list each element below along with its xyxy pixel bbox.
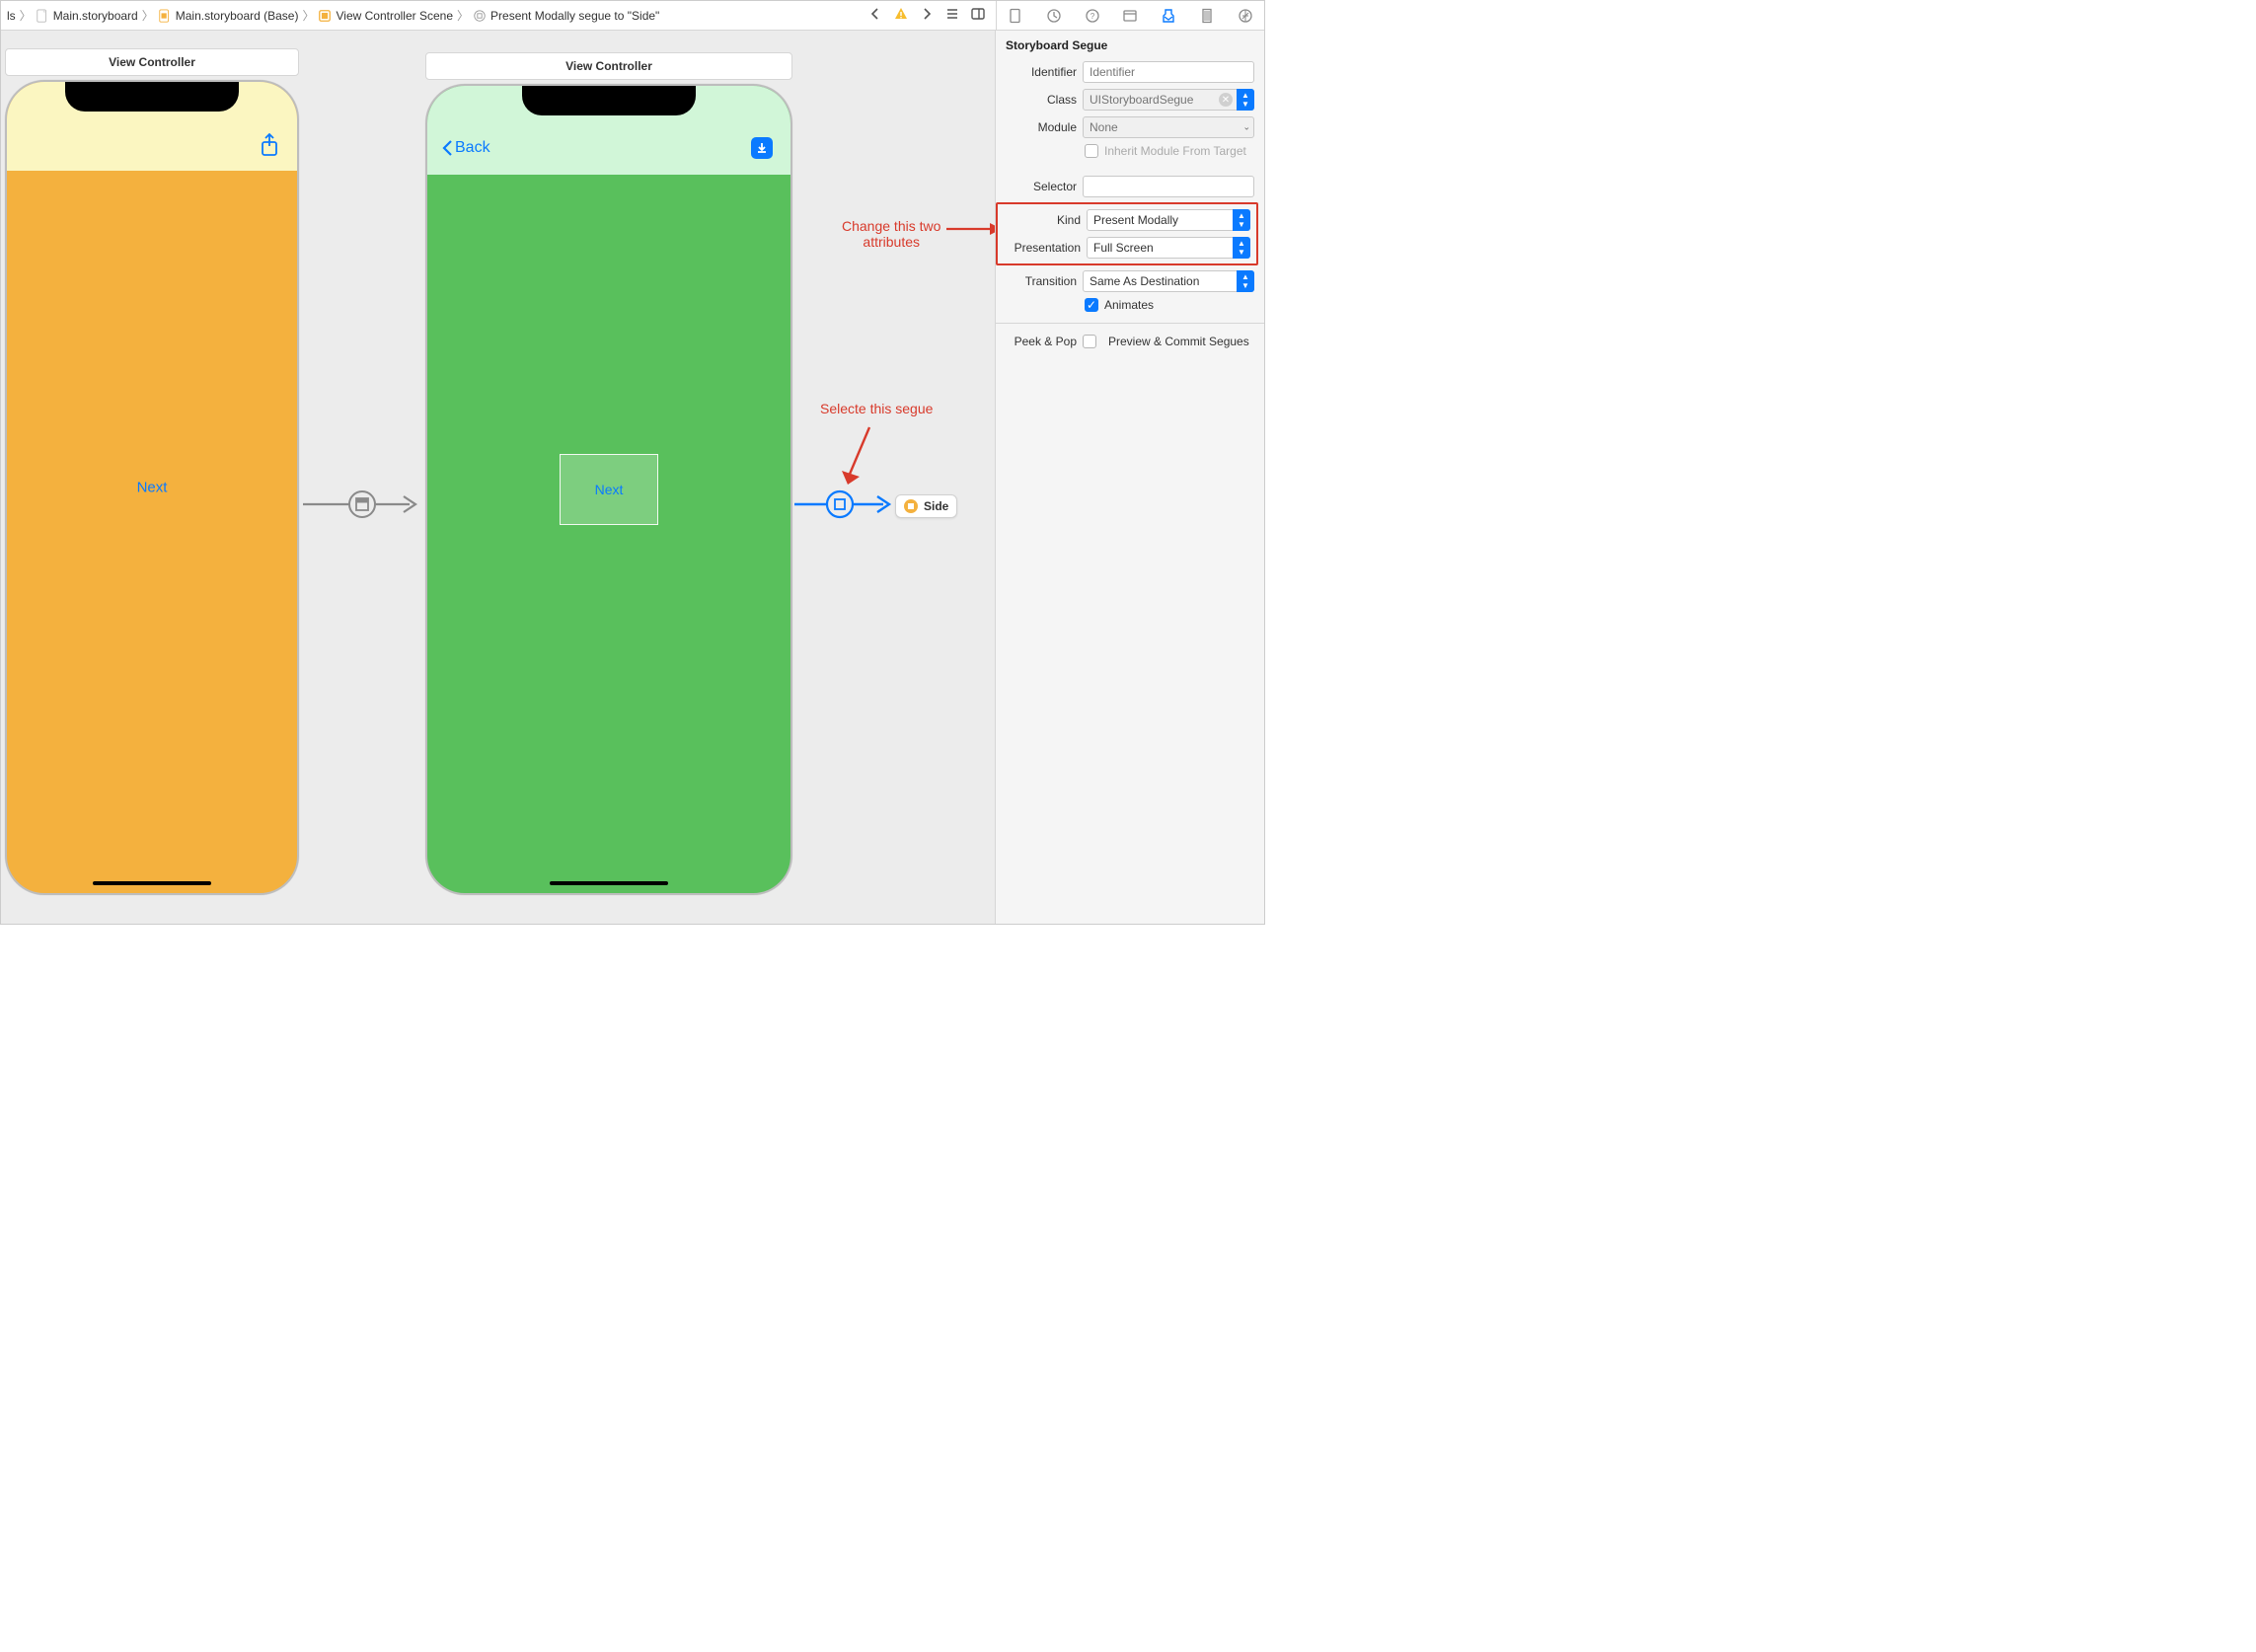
annotation-arrow-icon [840,423,879,492]
transition-select[interactable]: Same As Destination [1083,270,1254,292]
breadcrumb-item[interactable]: Present Modally segue to "Side" [473,9,659,23]
identifier-input[interactable] [1083,61,1254,83]
transition-label: Transition [996,274,1077,288]
kind-stepper[interactable]: ▲▼ [1233,209,1250,231]
breadcrumb-item[interactable]: Main.storyboard (Base) 〉 [158,7,315,24]
phone-notch [65,82,239,112]
scene-title-label: View Controller [109,55,195,69]
annotation-select-segue: Selecte this segue [820,401,933,416]
breadcrumb-label: Main.storyboard (Base) [176,9,299,23]
svg-text:?: ? [1090,12,1095,21]
selector-row: Selector [996,173,1264,200]
preview-commit-label: Preview & Commit Segues [1108,335,1249,348]
animates-label: Animates [1104,298,1154,312]
breadcrumb-label: Present Modally segue to "Side" [490,9,659,23]
container-view[interactable]: Next [560,454,658,525]
chevron-right-icon: 〉 [457,7,469,24]
destination-pill[interactable]: Side [895,494,957,518]
animates-checkbox[interactable]: ✓ [1085,298,1098,312]
phone-body: Next [427,86,790,893]
presentation-label: Presentation [1000,241,1081,255]
inherit-module-row: Inherit Module From Target [996,141,1264,161]
storyboard-base-icon [158,9,172,23]
inspector-tab-bar: ? [996,1,1264,31]
selector-label: Selector [996,180,1077,193]
presentation-row: Presentation Full Screen ▲▼ [1000,234,1254,262]
chevron-down-icon: ⌄ [1242,122,1250,133]
phone-body: Next [7,82,297,893]
class-row: Class ✕ ▲▼ [996,86,1264,113]
nav-back-button[interactable] [867,6,883,25]
breadcrumb-item[interactable]: ls 〉 [7,7,32,24]
chevron-right-icon: 〉 [20,7,32,24]
home-indicator [550,881,668,885]
module-row: Module ⌄ [996,113,1264,141]
file-inspector-tab[interactable] [1005,5,1026,27]
breadcrumb-label: View Controller Scene [336,9,453,23]
attributes-inspector-tab[interactable] [1158,5,1179,27]
scene-icon [318,9,332,23]
scene-title-label: View Controller [565,59,652,73]
module-label: Module [996,120,1077,134]
nav-forward-button[interactable] [919,6,935,25]
adjust-editor-button[interactable] [970,6,986,25]
help-inspector-tab[interactable]: ? [1082,5,1103,27]
presentation-select[interactable]: Full Screen [1087,237,1250,259]
home-indicator [93,881,211,885]
annotation-arrow-icon [946,222,996,236]
annotation-change-attrs: Change this two attributes [842,218,940,250]
transition-row: Transition Same As Destination ▲▼ [996,267,1264,295]
identifier-label: Identifier [996,65,1077,79]
kind-select[interactable]: Present Modally [1087,209,1250,231]
breadcrumb-label: ls [7,9,16,23]
peek-pop-row: Peek & Pop Preview & Commit Segues [996,332,1264,351]
identity-inspector-tab[interactable] [1119,5,1141,27]
segue-icon [473,9,487,23]
history-inspector-tab[interactable] [1043,5,1065,27]
segue-arrow[interactable] [299,485,427,524]
scene-title[interactable]: View Controller [425,52,792,80]
preview-commit-checkbox[interactable] [1083,335,1096,348]
presentation-stepper[interactable]: ▲▼ [1233,237,1250,259]
next-button[interactable]: Next [137,480,168,496]
size-inspector-tab[interactable] [1196,5,1218,27]
next-label: Next [595,482,624,497]
identifier-row: Identifier [996,58,1264,86]
storyboard-canvas[interactable]: View Controller Next View Controller [1,31,996,924]
viewcontroller-icon [904,499,918,513]
scene-title[interactable]: View Controller [5,48,299,76]
highlighted-attributes-box: Kind Present Modally ▲▼ Presentation Ful… [996,202,1258,265]
chevron-right-icon: 〉 [302,7,314,24]
kind-row: Kind Present Modally ▲▼ [1000,206,1254,234]
breadcrumb-label: Main.storyboard [53,9,138,23]
phone-mockup-1[interactable]: Next [5,80,299,895]
phone-mockup-2[interactable]: Back Next [425,84,792,895]
clear-icon[interactable]: ✕ [1219,93,1233,107]
destination-label: Side [924,499,948,513]
module-select[interactable] [1083,116,1254,138]
inspector-section-title: Storyboard Segue [996,31,1264,58]
breadcrumb-item[interactable]: Main.storyboard 〉 [36,7,154,24]
transition-stepper[interactable]: ▲▼ [1237,270,1254,292]
storyboard-file-icon [36,9,49,23]
phone-notch [522,86,696,115]
class-label: Class [996,93,1077,107]
warning-icon[interactable] [893,6,909,25]
chevron-right-icon: 〉 [142,7,154,24]
peek-pop-label: Peek & Pop [996,335,1077,348]
outline-toggle-button[interactable] [944,6,960,25]
kind-label: Kind [1000,213,1081,227]
attributes-inspector-panel: Storyboard Segue Identifier Class ✕ ▲▼ [996,31,1264,924]
connections-inspector-tab[interactable] [1235,5,1256,27]
inherit-module-label: Inherit Module From Target [1104,144,1246,158]
animates-row: ✓ Animates [996,295,1264,315]
selector-input[interactable] [1083,176,1254,197]
class-stepper[interactable]: ▲▼ [1237,89,1254,111]
inherit-module-checkbox[interactable] [1085,144,1098,158]
divider [996,323,1264,324]
breadcrumb-item[interactable]: View Controller Scene 〉 [318,7,469,24]
